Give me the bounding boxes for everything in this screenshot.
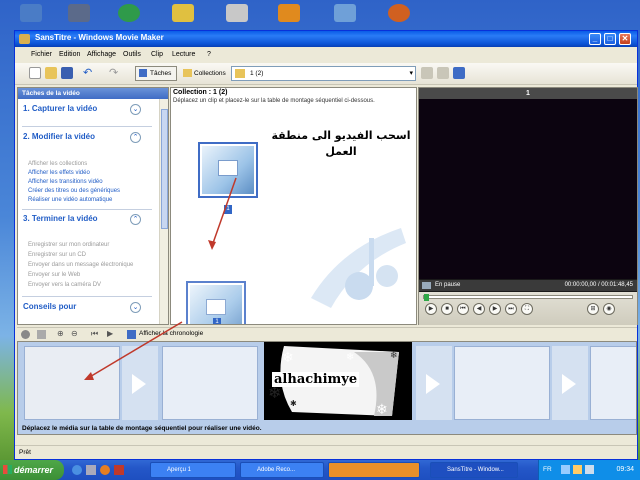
taskbar-task[interactable]: Adobe Reco... bbox=[240, 462, 324, 478]
tray-icon[interactable] bbox=[573, 465, 582, 474]
start-button[interactable]: démarrer bbox=[0, 460, 64, 480]
tray-icon[interactable] bbox=[585, 465, 594, 474]
taskbar-task[interactable]: Aperçu 1 bbox=[150, 462, 236, 478]
annotation-arrow bbox=[87, 321, 183, 379]
annotation-arrows bbox=[84, 177, 237, 380]
quicklaunch-icon[interactable] bbox=[86, 465, 96, 475]
annotation-arrowhead bbox=[84, 372, 94, 380]
taskbar-task-active[interactable]: SansTitre - Window... bbox=[430, 462, 518, 478]
quicklaunch-icon[interactable] bbox=[114, 465, 124, 475]
annotation-arrowhead bbox=[208, 240, 216, 250]
quicklaunch-icon[interactable] bbox=[72, 465, 82, 475]
taskbar-task[interactable] bbox=[328, 462, 420, 478]
annotation-arrow bbox=[211, 177, 237, 247]
quicklaunch-icon[interactable] bbox=[100, 465, 110, 475]
tray-icon[interactable] bbox=[561, 465, 570, 474]
windows-logo-icon bbox=[3, 465, 12, 474]
taskbar: démarrer Aperçu 1 Adobe Reco... SansTitr… bbox=[0, 460, 640, 480]
clock: 09:34 bbox=[616, 466, 634, 473]
system-tray: FR 09:34 bbox=[538, 460, 640, 480]
language-indicator[interactable]: FR bbox=[543, 466, 552, 473]
start-label: démarrer bbox=[14, 465, 54, 475]
